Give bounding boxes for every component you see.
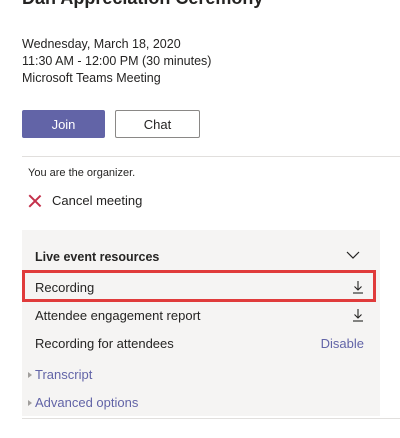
live-event-resources-panel: Live event resources Recording Attendee … [22,230,380,416]
organizer-note: You are the organizer. [28,167,136,179]
download-icon[interactable] [352,280,364,294]
download-icon[interactable] [352,308,364,322]
recording-for-attendees-row: Recording for attendees Disable [35,332,364,354]
advanced-options-expander[interactable]: Advanced options [28,395,138,410]
advanced-options-label: Advanced options [35,395,139,410]
meeting-title: Dan Appreciation Ceremony [22,0,263,9]
cancel-meeting-button[interactable]: Cancel meeting [28,193,142,208]
join-button[interactable]: Join [22,110,105,138]
attendee-engagement-report-label: Attendee engagement report [35,307,201,323]
close-icon [28,194,42,208]
disable-link[interactable]: Disable [321,336,364,351]
caret-right-icon [28,371,32,378]
transcript-expander[interactable]: Transcript [28,367,92,382]
panel-header: Live event resources [35,250,160,264]
meeting-type: Microsoft Teams Meeting [22,71,161,85]
chevron-down-icon[interactable] [346,250,360,260]
bottom-divider [22,418,400,419]
meeting-date: Wednesday, March 18, 2020 [22,37,181,51]
recording-row[interactable]: Recording [35,276,364,298]
meeting-details: Wednesday, March 18, 2020 11:30 AM - 12:… [22,36,211,87]
caret-right-icon [28,399,32,406]
transcript-label: Transcript [35,367,93,382]
attendee-engagement-report-row[interactable]: Attendee engagement report [35,304,364,326]
meeting-time: 11:30 AM - 12:00 PM (30 minutes) [22,54,212,68]
chat-button[interactable]: Chat [115,110,200,138]
recording-label: Recording [35,279,95,295]
recording-for-attendees-label: Recording for attendees [35,335,174,351]
cancel-meeting-label: Cancel meeting [52,193,143,208]
divider [22,156,400,157]
